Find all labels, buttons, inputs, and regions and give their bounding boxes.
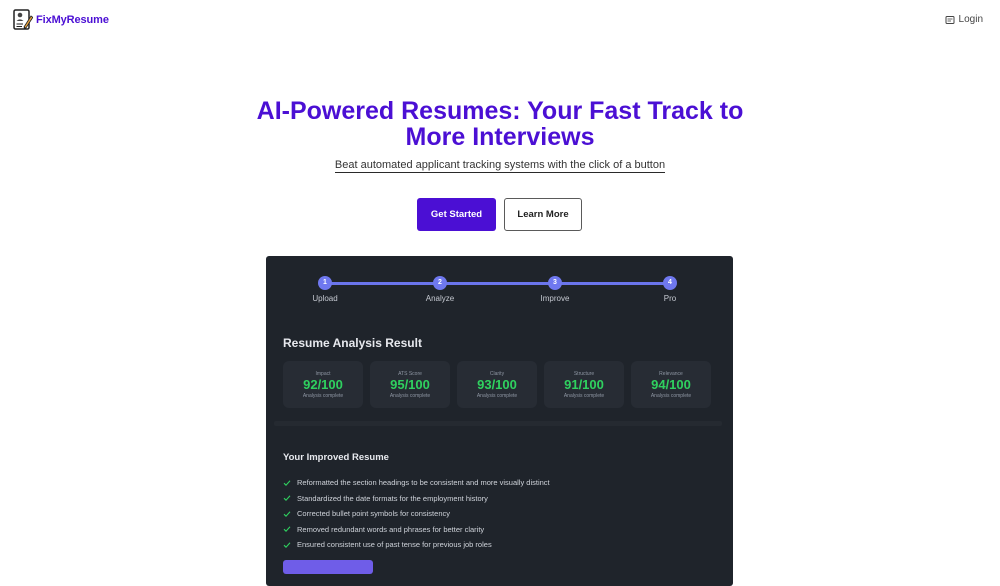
top-nav: FixMyResume Login — [0, 0, 1000, 42]
score-value: 92/100 — [303, 377, 343, 392]
score-value: 94/100 — [651, 377, 691, 392]
score-card-impact: Impact 92/100 Analysis complete — [283, 361, 363, 408]
step-upload: 1 Upload — [295, 276, 355, 303]
hero-title-line1: AI-Powered Resumes: Your Fast Track to — [256, 97, 744, 125]
step-analyze: 2 Analyze — [410, 276, 470, 303]
check-icon — [283, 542, 291, 548]
step-label: Improve — [540, 294, 570, 303]
learn-more-button[interactable]: Learn More — [504, 198, 582, 231]
stepper-progress-line — [325, 282, 670, 285]
step-dot: 1 — [318, 276, 332, 290]
score-status: Analysis complete — [302, 393, 344, 399]
login-link[interactable]: Login — [945, 14, 983, 25]
list-item: Removed redundant words and phrases for … — [283, 522, 550, 538]
list-item: Corrected bullet point symbols for consi… — [283, 506, 550, 522]
hero-subtitle-text: Beat automated applicant tracking system… — [334, 159, 666, 173]
hero-title-line2: More Interviews — [405, 123, 595, 151]
check-icon — [283, 480, 291, 486]
score-value: 91/100 — [564, 377, 604, 392]
step-dot: 4 — [663, 276, 677, 290]
score-status: Analysis complete — [650, 393, 692, 399]
score-card-ats: ATS Score 95/100 Analysis complete — [370, 361, 450, 408]
check-icon — [283, 511, 291, 517]
score-status: Analysis complete — [389, 393, 431, 399]
check-icon — [283, 526, 291, 533]
step-pro: 4 Pro — [640, 276, 700, 303]
login-icon — [945, 15, 955, 24]
brand-name: FixMyResume — [36, 14, 109, 26]
demo-panel: 1 Upload 2 Analyze 3 Improve 4 Pro Resum… — [266, 256, 733, 586]
step-label: Analyze — [425, 294, 455, 303]
resume-pen-icon — [13, 9, 33, 30]
score-status: Analysis complete — [476, 393, 518, 399]
step-dot: 3 — [548, 276, 562, 290]
score-card-structure: Structure 91/100 Analysis complete — [544, 361, 624, 408]
list-item-text: Removed redundant words and phrases for … — [297, 524, 485, 534]
step-dot: 2 — [433, 276, 447, 290]
analysis-title: Resume Analysis Result — [283, 336, 422, 350]
hero-subtitle: Beat automated applicant tracking system… — [0, 159, 1000, 173]
improved-title: Your Improved Resume — [283, 452, 389, 463]
score-card-clarity: Clarity 93/100 Analysis complete — [457, 361, 537, 408]
score-card-relevance: Relevance 94/100 Analysis complete — [631, 361, 711, 408]
list-item-text: Standardized the date formats for the em… — [297, 493, 488, 503]
list-item-text: Corrected bullet point symbols for consi… — [297, 509, 450, 519]
hero-title: AI-Powered Resumes: Your Fast Track to M… — [0, 98, 1000, 150]
list-item: Standardized the date formats for the em… — [283, 491, 550, 507]
view-resume-button[interactable] — [283, 560, 373, 574]
score-status: Analysis complete — [563, 393, 605, 399]
section-divider — [274, 421, 722, 426]
login-label: Login — [958, 14, 983, 25]
list-item-text: Reformatted the section headings to be c… — [297, 478, 550, 488]
brand-link[interactable]: FixMyResume — [13, 9, 109, 31]
check-icon — [283, 495, 291, 502]
step-label: Pro — [663, 294, 677, 303]
get-started-button[interactable]: Get Started — [417, 198, 496, 231]
list-item: Ensured consistent use of past tense for… — [283, 537, 550, 553]
score-value: 95/100 — [390, 377, 430, 392]
list-item-text: Ensured consistent use of past tense for… — [297, 540, 492, 550]
list-item: Reformatted the section headings to be c… — [283, 475, 550, 491]
improvements-list: Reformatted the section headings to be c… — [283, 475, 550, 553]
score-value: 93/100 — [477, 377, 517, 392]
step-label: Upload — [312, 294, 338, 303]
step-improve: 3 Improve — [525, 276, 585, 303]
